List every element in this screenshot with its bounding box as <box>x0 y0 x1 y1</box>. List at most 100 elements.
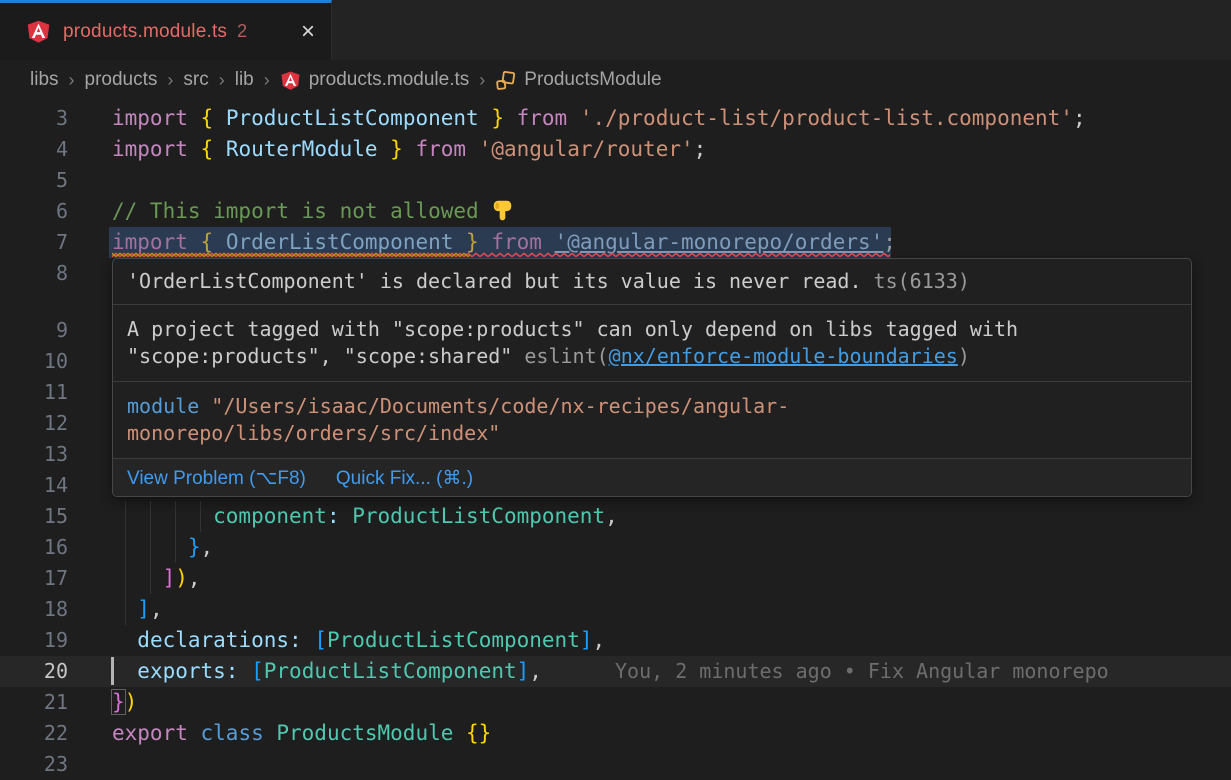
token: , <box>593 628 606 652</box>
breadcrumb-separator: › <box>167 70 173 91</box>
line-number-17[interactable]: 17 <box>0 563 68 594</box>
module-icon <box>495 70 516 91</box>
token: } <box>479 106 517 130</box>
line-number-21[interactable]: 21 <box>0 687 68 718</box>
line-number-14[interactable]: 14 <box>0 470 68 501</box>
token: ; <box>883 230 896 254</box>
token <box>112 597 137 621</box>
code-line-20[interactable]: exports: [ProductListComponent], <box>112 656 542 687</box>
breadcrumb-item-src[interactable]: src <box>183 69 208 91</box>
breadcrumb-item-lib[interactable]: lib <box>235 69 254 91</box>
token: component <box>112 504 327 528</box>
code-line-4[interactable]: import { RouterModule } from '@angular/r… <box>112 134 706 165</box>
token <box>302 628 315 652</box>
code-line-16[interactable]: }, <box>112 532 213 563</box>
problems-count-badge: 2 <box>237 21 247 42</box>
token: import <box>112 106 201 130</box>
code-line-15[interactable]: component: ProductListComponent, <box>112 501 618 532</box>
token: ] <box>137 597 150 621</box>
breadcrumb-item-products[interactable]: products <box>85 69 158 91</box>
breadcrumb-item-productsmodule[interactable]: ProductsModule <box>495 69 661 91</box>
code-line-19[interactable]: declarations: [ProductListComponent], <box>112 625 605 656</box>
token: ProductListComponent <box>264 659 517 683</box>
line-number-8[interactable]: 8 <box>0 258 68 289</box>
token: { <box>201 137 226 161</box>
angular-icon <box>280 70 301 91</box>
token: , <box>605 504 618 528</box>
line-number-7[interactable]: 7 <box>0 227 68 258</box>
view-problem-link[interactable]: View Problem (⌥F8) <box>127 467 306 490</box>
token: declarations: <box>137 628 301 652</box>
line-number-13[interactable]: 13 <box>0 439 68 470</box>
line-number-22[interactable]: 22 <box>0 718 68 749</box>
breadcrumb-item-products-module-ts[interactable]: products.module.ts <box>280 69 470 91</box>
breadcrumb-separator: › <box>69 70 75 91</box>
code-line-6[interactable]: // This import is not allowed <box>112 196 514 227</box>
token: ] <box>163 566 176 590</box>
token: // This import is not allowed <box>112 199 491 223</box>
breadcrumb-label: ProductsModule <box>524 69 661 91</box>
quick-fix-link[interactable]: Quick Fix... (⌘.) <box>336 467 473 490</box>
line-number-16[interactable]: 16 <box>0 532 68 563</box>
line-number-23[interactable]: 23 <box>0 749 68 780</box>
token: OrderListComponent <box>226 230 454 254</box>
token: [ <box>251 659 264 683</box>
code-line-18[interactable]: ], <box>112 594 163 625</box>
token: class <box>201 721 277 745</box>
line-number-3[interactable]: 3 <box>0 103 68 134</box>
code-line-22[interactable]: export class ProductsModule {} <box>112 718 491 749</box>
line-number-10[interactable]: 10 <box>0 346 68 377</box>
hover-message-ts: 'OrderListComponent' is declared but its… <box>113 259 1191 305</box>
line-number-6[interactable]: 6 <box>0 196 68 227</box>
token: , <box>529 659 542 683</box>
breadcrumb-label: products.module.ts <box>309 69 470 91</box>
token <box>112 659 137 683</box>
line-number-4[interactable]: 4 <box>0 134 68 165</box>
token: { <box>201 230 226 254</box>
token: ] <box>517 659 530 683</box>
token: '@angular/router' <box>479 137 694 161</box>
token: ProductListComponent <box>352 504 605 528</box>
line-number-20[interactable]: 20 <box>0 656 68 687</box>
hover-text-span: A project tagged with "scope:products" c… <box>127 317 1018 341</box>
hover-text-line: monorepo/libs/orders/src/index" <box>127 420 1177 447</box>
editor-surface[interactable]: 'OrderListComponent' is declared but its… <box>0 100 1231 780</box>
close-icon[interactable]: × <box>301 20 315 44</box>
text-cursor <box>111 657 114 685</box>
token: RouterModule <box>226 137 378 161</box>
token: from <box>415 137 478 161</box>
code-line-17[interactable]: ]), <box>112 563 201 594</box>
line-number-18[interactable]: 18 <box>0 594 68 625</box>
hover-text-line: 'OrderListComponent' is declared but its… <box>127 268 1177 295</box>
token: exports: <box>137 659 238 683</box>
line-number-5[interactable]: 5 <box>0 165 68 196</box>
hover-text-span: 'OrderListComponent' is declared but its… <box>127 269 862 293</box>
tab-products-module-ts[interactable]: products.module.ts 2 × <box>0 0 332 60</box>
eslint-rule-link[interactable]: @nx/enforce-module-boundaries <box>609 344 958 368</box>
breadcrumb-label: products <box>85 69 158 91</box>
hover-text-line: module "/Users/isaac/Documents/code/nx-r… <box>127 393 1177 420</box>
code-line-21[interactable]: }) <box>112 687 137 718</box>
breadcrumb-item-libs[interactable]: libs <box>30 69 59 91</box>
hover-text-span: eslint( <box>524 344 608 368</box>
token: export <box>112 721 201 745</box>
token: ProductListComponent <box>226 106 479 130</box>
token: {} <box>466 721 491 745</box>
line-number-19[interactable]: 19 <box>0 625 68 656</box>
line-number-15[interactable]: 15 <box>0 501 68 532</box>
breadcrumb-label: lib <box>235 69 254 91</box>
token: from <box>517 106 580 130</box>
hover-text-span: ) <box>958 344 970 368</box>
token: './product-list/product-list.component' <box>580 106 1073 130</box>
line-number-12[interactable]: 12 <box>0 408 68 439</box>
token: ) <box>175 566 188 590</box>
hover-message-module: module "/Users/isaac/Documents/code/nx-r… <box>113 382 1191 459</box>
token: ; <box>1073 106 1086 130</box>
hover-message-eslint: A project tagged with "scope:products" c… <box>113 305 1191 382</box>
line-number-9[interactable]: 9 <box>0 315 68 346</box>
line-number-11[interactable]: 11 <box>0 377 68 408</box>
token: ] <box>580 628 593 652</box>
token: '@angular-monorepo/orders' <box>555 230 884 254</box>
code-line-3[interactable]: import { ProductListComponent } from './… <box>112 103 1086 134</box>
breadcrumb-label: src <box>183 69 208 91</box>
